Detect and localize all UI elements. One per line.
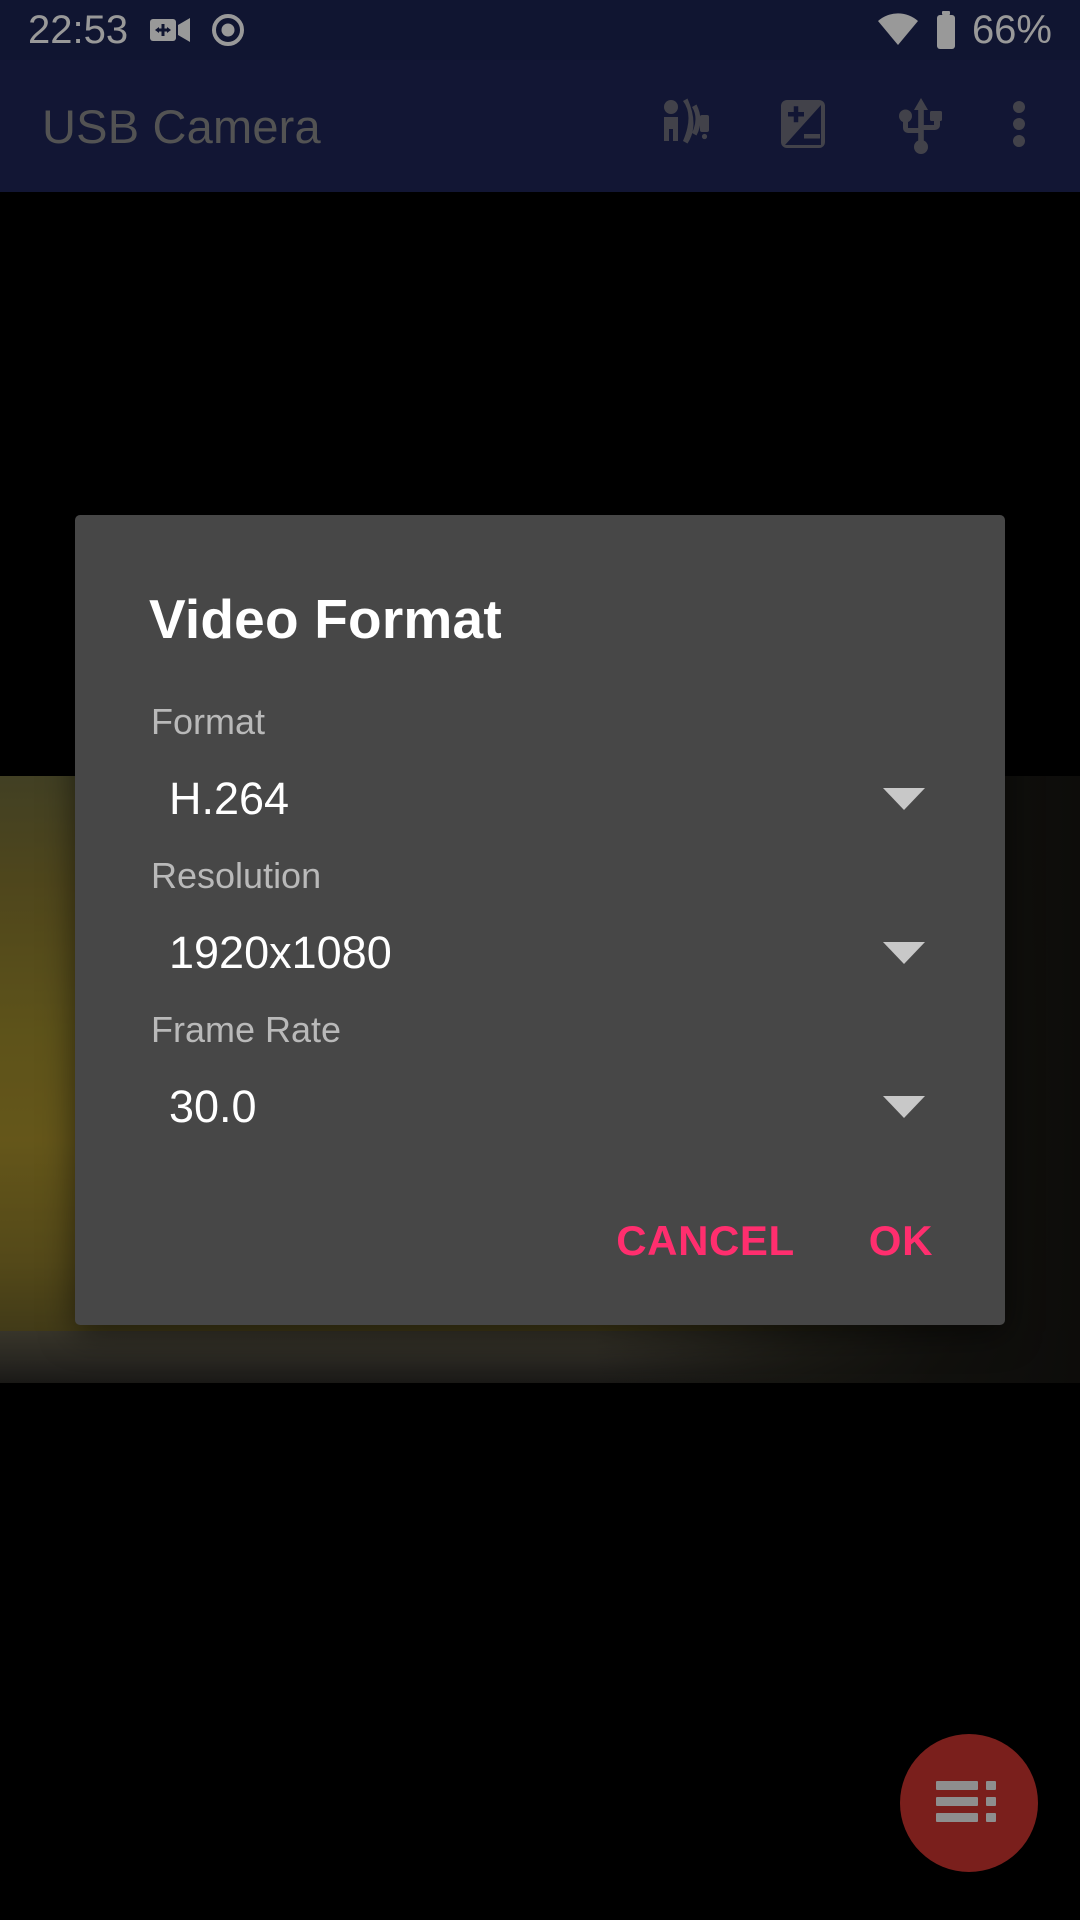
ok-button[interactable]: OK [843,1203,959,1279]
resolution-value: 1920x1080 [169,927,392,978]
chevron-down-icon [883,788,925,810]
frame-rate-spinner[interactable]: 30.0 [119,1059,961,1155]
resolution-spinner[interactable]: 1920x1080 [119,905,961,1001]
format-field: Format H.264 [119,701,961,847]
dialog-title: Video Format [149,588,502,650]
cancel-button[interactable]: CANCEL [590,1203,821,1279]
frame-rate-value: 30.0 [169,1081,257,1132]
video-format-dialog: Video Format Format H.264 Resolution 192… [75,515,1005,1325]
chevron-down-icon [883,1096,925,1118]
format-value: H.264 [169,773,290,824]
menu-list-icon [936,1777,1002,1830]
chevron-down-icon [883,942,925,964]
format-label: Format [151,701,266,742]
dialog-actions: CANCEL OK [75,1163,1005,1325]
resolution-field: Resolution 1920x1080 [119,855,961,1001]
dialog-body: Format H.264 Resolution 1920x1080 Frame … [75,651,1005,1155]
frame-rate-field: Frame Rate 30.0 [119,1009,961,1155]
phone-screen: 22:53 66% USB Camera Video Format Format… [0,0,1080,1920]
frame-rate-label: Frame Rate [151,1009,342,1050]
menu-fab-button[interactable] [900,1734,1038,1872]
format-spinner[interactable]: H.264 [119,751,961,847]
resolution-label: Resolution [151,855,322,896]
